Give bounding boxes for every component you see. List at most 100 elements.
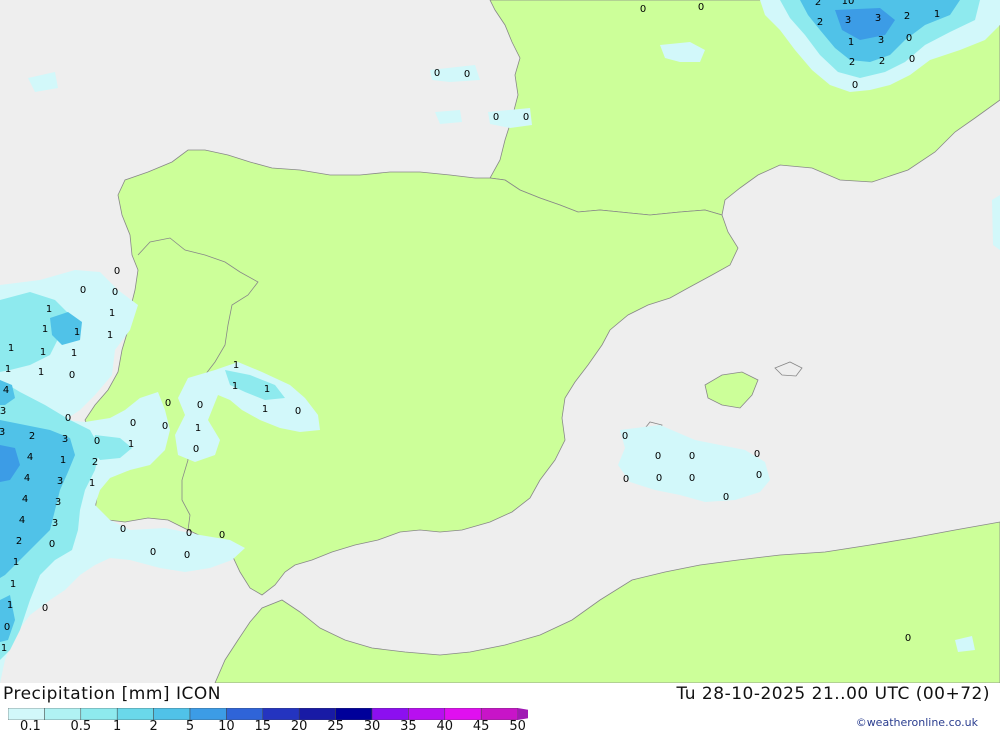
svg-text:4: 4: [27, 452, 33, 463]
svg-text:3: 3: [875, 13, 881, 24]
svg-text:4: 4: [22, 494, 28, 505]
svg-text:1: 1: [60, 455, 66, 466]
svg-text:1: 1: [262, 404, 268, 415]
svg-text:1: 1: [264, 384, 270, 395]
svg-text:1: 1: [107, 330, 113, 341]
svg-text:0: 0: [493, 112, 499, 123]
svg-text:1: 1: [10, 579, 16, 590]
svg-text:0: 0: [295, 406, 301, 417]
svg-text:0: 0: [49, 539, 55, 550]
svg-text:1: 1: [128, 439, 134, 450]
svg-text:0: 0: [723, 492, 729, 503]
svg-text:0: 0: [112, 287, 118, 298]
svg-text:1: 1: [74, 327, 80, 338]
svg-text:0: 0: [69, 370, 75, 381]
svg-text:0: 0: [42, 603, 48, 614]
svg-text:2: 2: [29, 431, 35, 442]
svg-text:0: 0: [219, 530, 225, 541]
svg-text:0: 0: [114, 266, 120, 277]
svg-text:0: 0: [197, 400, 203, 411]
svg-text:0: 0: [909, 54, 915, 65]
svg-text:3: 3: [52, 518, 58, 529]
svg-text:1: 1: [89, 478, 95, 489]
color-scale-tick-label: 25: [327, 719, 344, 734]
svg-text:1: 1: [1, 643, 7, 654]
svg-text:2: 2: [815, 0, 821, 8]
model-name: ICON: [175, 684, 221, 704]
svg-text:0: 0: [65, 413, 71, 424]
color-scale-tick-label: 1: [113, 719, 122, 734]
color-scale-tick-label: 30: [363, 719, 381, 734]
svg-text:1: 1: [13, 557, 19, 568]
map-footer: Precipitation [mm] ICON Tu 28-10-2025 21…: [0, 683, 1000, 734]
svg-text:0: 0: [698, 2, 704, 13]
legend-title: Precipitation [mm] ICON: [3, 684, 221, 704]
svg-text:3: 3: [62, 434, 68, 445]
color-scale-tick-label: 0.5: [70, 719, 92, 734]
svg-text:0: 0: [184, 550, 190, 561]
svg-text:0: 0: [193, 444, 199, 455]
svg-text:1: 1: [195, 423, 201, 434]
svg-text:2: 2: [16, 536, 22, 547]
legend-title-text: Precipitation [mm]: [3, 684, 171, 704]
svg-text:10: 10: [842, 0, 855, 7]
color-scale-tick-label: 50: [509, 719, 526, 734]
svg-text:0: 0: [464, 69, 470, 80]
svg-text:0: 0: [852, 80, 858, 91]
svg-text:2: 2: [92, 457, 98, 468]
svg-text:1: 1: [233, 360, 239, 371]
svg-text:0: 0: [689, 473, 695, 484]
color-scale-tick-label: 0.1: [20, 719, 41, 734]
svg-text:1: 1: [38, 367, 44, 378]
svg-text:0: 0: [130, 418, 136, 429]
svg-text:0: 0: [655, 451, 661, 462]
color-scale-tick-label: 15: [254, 719, 272, 734]
svg-text:3: 3: [55, 497, 61, 508]
svg-text:1: 1: [109, 308, 115, 319]
svg-text:1: 1: [232, 381, 238, 392]
svg-text:2: 2: [849, 57, 855, 68]
forecast-timestamp: Tu 28-10-2025 21..00 UTC (00+72): [676, 684, 990, 704]
svg-text:3: 3: [57, 476, 63, 487]
svg-text:0: 0: [94, 436, 100, 447]
svg-text:1: 1: [8, 343, 14, 354]
color-scale-tick-label: 5: [185, 719, 195, 734]
svg-text:3: 3: [0, 406, 6, 417]
color-scale-tick-label: 35: [400, 719, 417, 734]
svg-text:1: 1: [5, 364, 11, 375]
svg-text:1: 1: [848, 37, 854, 48]
svg-text:2: 2: [879, 56, 885, 67]
color-scale-tick-label: 2: [149, 719, 158, 734]
color-scale-ticks: 0.1 0.5 1 2 5 10 15 20 25 30 35 40 45 50: [0, 719, 526, 734]
svg-text:0: 0: [622, 431, 628, 442]
credit-link[interactable]: ©weatheronline.co.uk: [856, 716, 978, 729]
svg-text:2: 2: [817, 17, 823, 28]
svg-text:1: 1: [7, 600, 13, 611]
svg-text:0: 0: [754, 449, 760, 460]
color-scale-tick-label: 40: [436, 719, 454, 734]
svg-text:1: 1: [46, 304, 52, 315]
svg-text:0: 0: [906, 33, 912, 44]
svg-text:0: 0: [640, 4, 646, 15]
svg-text:0: 0: [150, 547, 156, 558]
precipitation-map: 0 0 2 10 2 3 3 2 1 1 3 0 2 2 0 0 0 0 0 0…: [0, 0, 1000, 683]
svg-text:4: 4: [3, 385, 9, 396]
color-scale-tick-label: 45: [472, 719, 490, 734]
svg-text:2: 2: [904, 11, 910, 22]
svg-text:0: 0: [434, 68, 440, 79]
svg-text:4: 4: [24, 473, 30, 484]
svg-text:0: 0: [4, 622, 10, 633]
svg-text:3: 3: [0, 427, 5, 438]
color-scale-tick-label: 10: [218, 719, 235, 734]
svg-text:0: 0: [905, 633, 911, 644]
svg-text:4: 4: [19, 515, 25, 526]
svg-text:3: 3: [845, 15, 851, 26]
svg-text:1: 1: [42, 324, 48, 335]
color-scale-tick-label: 20: [290, 719, 308, 734]
svg-text:1: 1: [71, 348, 77, 359]
svg-text:0: 0: [165, 398, 171, 409]
svg-text:0: 0: [120, 524, 126, 535]
svg-text:1: 1: [934, 9, 940, 20]
svg-text:0: 0: [186, 528, 192, 539]
svg-text:0: 0: [623, 474, 629, 485]
